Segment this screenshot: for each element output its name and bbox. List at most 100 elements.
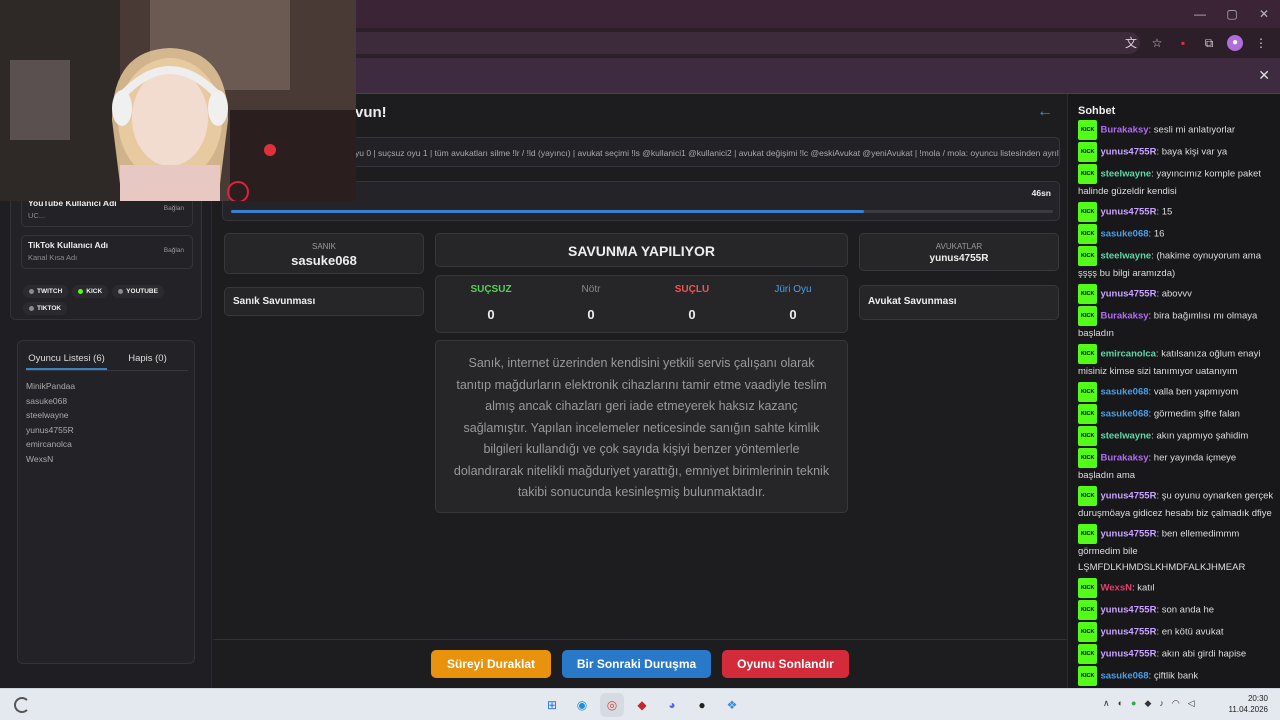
lawyer-name: yunus4755R	[929, 253, 989, 264]
tiktok-username-label: TikTok Kullanıcı Adı	[28, 240, 109, 250]
widgets-icon[interactable]	[14, 697, 30, 713]
kick-badge-icon: KICK	[1078, 622, 1098, 642]
network-app-icon[interactable]: ❖	[720, 693, 744, 717]
chat-username[interactable]: sasuke068	[1100, 387, 1148, 398]
puzzle-icon[interactable]: ⧉	[1198, 32, 1220, 54]
chat-username[interactable]: sasuke068	[1100, 409, 1148, 420]
player-item[interactable]: emircanolca	[26, 437, 75, 452]
player-item[interactable]: MinikPandaa	[26, 379, 75, 394]
kick-badge-icon: KICK	[1078, 284, 1098, 304]
chat-message: KICK sasuke068: 16	[1078, 224, 1274, 244]
chat-username[interactable]: yunus4755R	[1100, 649, 1156, 660]
chrome-icon[interactable]: ◎	[600, 693, 624, 717]
wifi-icon[interactable]: ◠	[1172, 698, 1180, 709]
chat-username[interactable]: Burakaksy	[1100, 125, 1148, 136]
player-item[interactable]: yunus4755R	[26, 423, 75, 438]
kick-badge-icon: KICK	[1078, 164, 1098, 184]
status-dot-icon	[118, 288, 124, 294]
player-item[interactable]: sasuke068	[26, 394, 75, 409]
chat-text: valla ben yapmıyom	[1153, 386, 1239, 398]
vote-innocent-label: SUÇSUZ	[470, 284, 512, 295]
chat-username[interactable]: steelwayne	[1100, 169, 1151, 180]
chat-text: çiftlik bank	[1153, 670, 1199, 682]
chat-username[interactable]: yunus4755R	[1100, 207, 1156, 218]
steam-icon[interactable]: ●	[690, 693, 714, 717]
chat-username[interactable]: yunus4755R	[1100, 605, 1156, 616]
chat-username[interactable]: Burakaksy	[1100, 311, 1148, 322]
kick-badge-icon: KICK	[1078, 120, 1098, 140]
chat-panel: Sohbet KICK Burakaksy: sesli mi anlatıyor…	[1067, 94, 1280, 688]
end-game-button[interactable]: Oyunu Sonlandır	[722, 650, 849, 678]
chat-text: abovvv	[1161, 288, 1192, 300]
chat-username[interactable]: Burakaksy	[1100, 453, 1148, 464]
chat-text: görmedim şifre falan	[1153, 408, 1240, 420]
kick-badge-icon: KICK	[1078, 578, 1098, 598]
profile-avatar[interactable]: ●	[1224, 32, 1246, 54]
chat-username[interactable]: emircanolca	[1100, 349, 1155, 360]
kick-badge-icon: KICK	[1078, 224, 1098, 244]
chat-username[interactable]: WexsN	[1100, 583, 1132, 594]
menu-icon[interactable]: ⋮	[1250, 32, 1272, 54]
platform-tiktok[interactable]: TIKTOK	[23, 302, 68, 315]
vote-innocent: SUÇSUZ 0	[441, 284, 541, 322]
red-app-icon[interactable]: ◆	[630, 693, 654, 717]
address-bar[interactable]	[340, 32, 1140, 54]
app-tray-icon[interactable]: ◐	[1118, 698, 1123, 709]
vpn-icon[interactable]: ◆	[1144, 698, 1151, 709]
chat-username[interactable]: yunus4755R	[1100, 491, 1156, 502]
status-dot-icon	[78, 288, 84, 294]
platform-youtube[interactable]: YOUTUBE	[112, 285, 164, 298]
tiktok-connect-button[interactable]: Bağlan	[164, 247, 184, 254]
chat-username[interactable]: yunus4755R	[1100, 529, 1156, 540]
chat-messages: KICK Burakaksy: sesli mi anlatıyorlar KICK…	[1078, 120, 1274, 688]
chat-message: KICK Burakaksy: her yayında içmeye başlad…	[1078, 448, 1274, 484]
star-icon[interactable]: ☆	[1146, 32, 1168, 54]
discord-icon[interactable]: ◕	[660, 693, 684, 717]
chevron-up-icon[interactable]: ∧	[1103, 698, 1110, 709]
edge-icon[interactable]: ◉	[570, 693, 594, 717]
tab-prison[interactable]: Hapis (0)	[107, 347, 188, 370]
microphone-icon[interactable]: ♪	[1159, 698, 1164, 709]
pause-timer-button[interactable]: Süreyi Duraklat	[431, 650, 551, 678]
green-tray-icon[interactable]: ●	[1131, 698, 1136, 709]
tab-player-list[interactable]: Oyuncu Listesi (6)	[26, 347, 107, 370]
chat-username[interactable]: yunus4755R	[1100, 147, 1156, 158]
platform-kick[interactable]: KICK	[72, 285, 109, 298]
chat-username[interactable]: steelwayne	[1100, 431, 1151, 442]
player-list: MinikPandaa sasuke068 steelwayne yunus47…	[26, 379, 75, 467]
extension-icon[interactable]: ▪	[1172, 32, 1194, 54]
vote-guilty-label: SUÇLU	[674, 284, 710, 295]
lawyer-card: AVUKATLAR yunus4755R	[859, 233, 1059, 271]
maximize-button[interactable]: ▢	[1216, 0, 1248, 28]
translate-icon[interactable]: 文	[1120, 32, 1142, 54]
close-window-button[interactable]: ✕	[1248, 0, 1280, 28]
player-item[interactable]: WexsN	[26, 452, 75, 467]
screen: — ▢ ✕ 文 ☆ ▪ ⧉ ● ⋮ ✕ YouTube Kullanıcı Ad…	[0, 0, 1280, 720]
tiktok-username-input[interactable]: Kanal Kısa Adı	[28, 253, 186, 262]
chat-text: sesli mi anlatıyorlar	[1153, 124, 1236, 136]
next-trial-button[interactable]: Bir Sonraki Duruşma	[562, 650, 711, 678]
youtube-username-input[interactable]: UC...	[28, 211, 186, 220]
chat-text: son anda he	[1161, 604, 1215, 616]
speaker-icon[interactable]: ◁	[1188, 698, 1195, 709]
windows-taskbar: ⊞ ◉ ◎ ◆ ◕ ● ❖ ∧ ◐ ● ◆ ♪ ◠ ◁ 20:30 11.04.…	[0, 688, 1280, 720]
windows-icon[interactable]: ⊞	[540, 693, 564, 717]
youtube-connect-button[interactable]: Bağlan	[164, 205, 184, 212]
taskbar-apps: ⊞ ◉ ◎ ◆ ◕ ● ❖	[540, 693, 744, 717]
kick-badge-icon: KICK	[1078, 426, 1098, 446]
player-item[interactable]: steelwayne	[26, 408, 75, 423]
taskbar-clock[interactable]: 20:30 11.04.2026	[1229, 693, 1268, 715]
back-arrow-icon[interactable]: ←	[1037, 103, 1053, 121]
close-icon[interactable]: ✕	[1258, 67, 1270, 84]
status-dot-icon	[29, 305, 34, 311]
chat-username[interactable]: yunus4755R	[1100, 289, 1156, 300]
kick-badge-icon: KICK	[1078, 524, 1098, 544]
chat-username[interactable]: steelwayne	[1100, 251, 1151, 262]
chat-username[interactable]: sasuke068	[1100, 671, 1148, 682]
defendant-label: SANIK	[311, 242, 336, 251]
minimize-button[interactable]: —	[1184, 0, 1216, 28]
kick-badge-icon: KICK	[1078, 404, 1098, 424]
platform-twitch[interactable]: TWITCH	[23, 285, 69, 298]
chat-username[interactable]: yunus4755R	[1100, 627, 1156, 638]
chat-username[interactable]: sasuke068	[1100, 229, 1148, 240]
